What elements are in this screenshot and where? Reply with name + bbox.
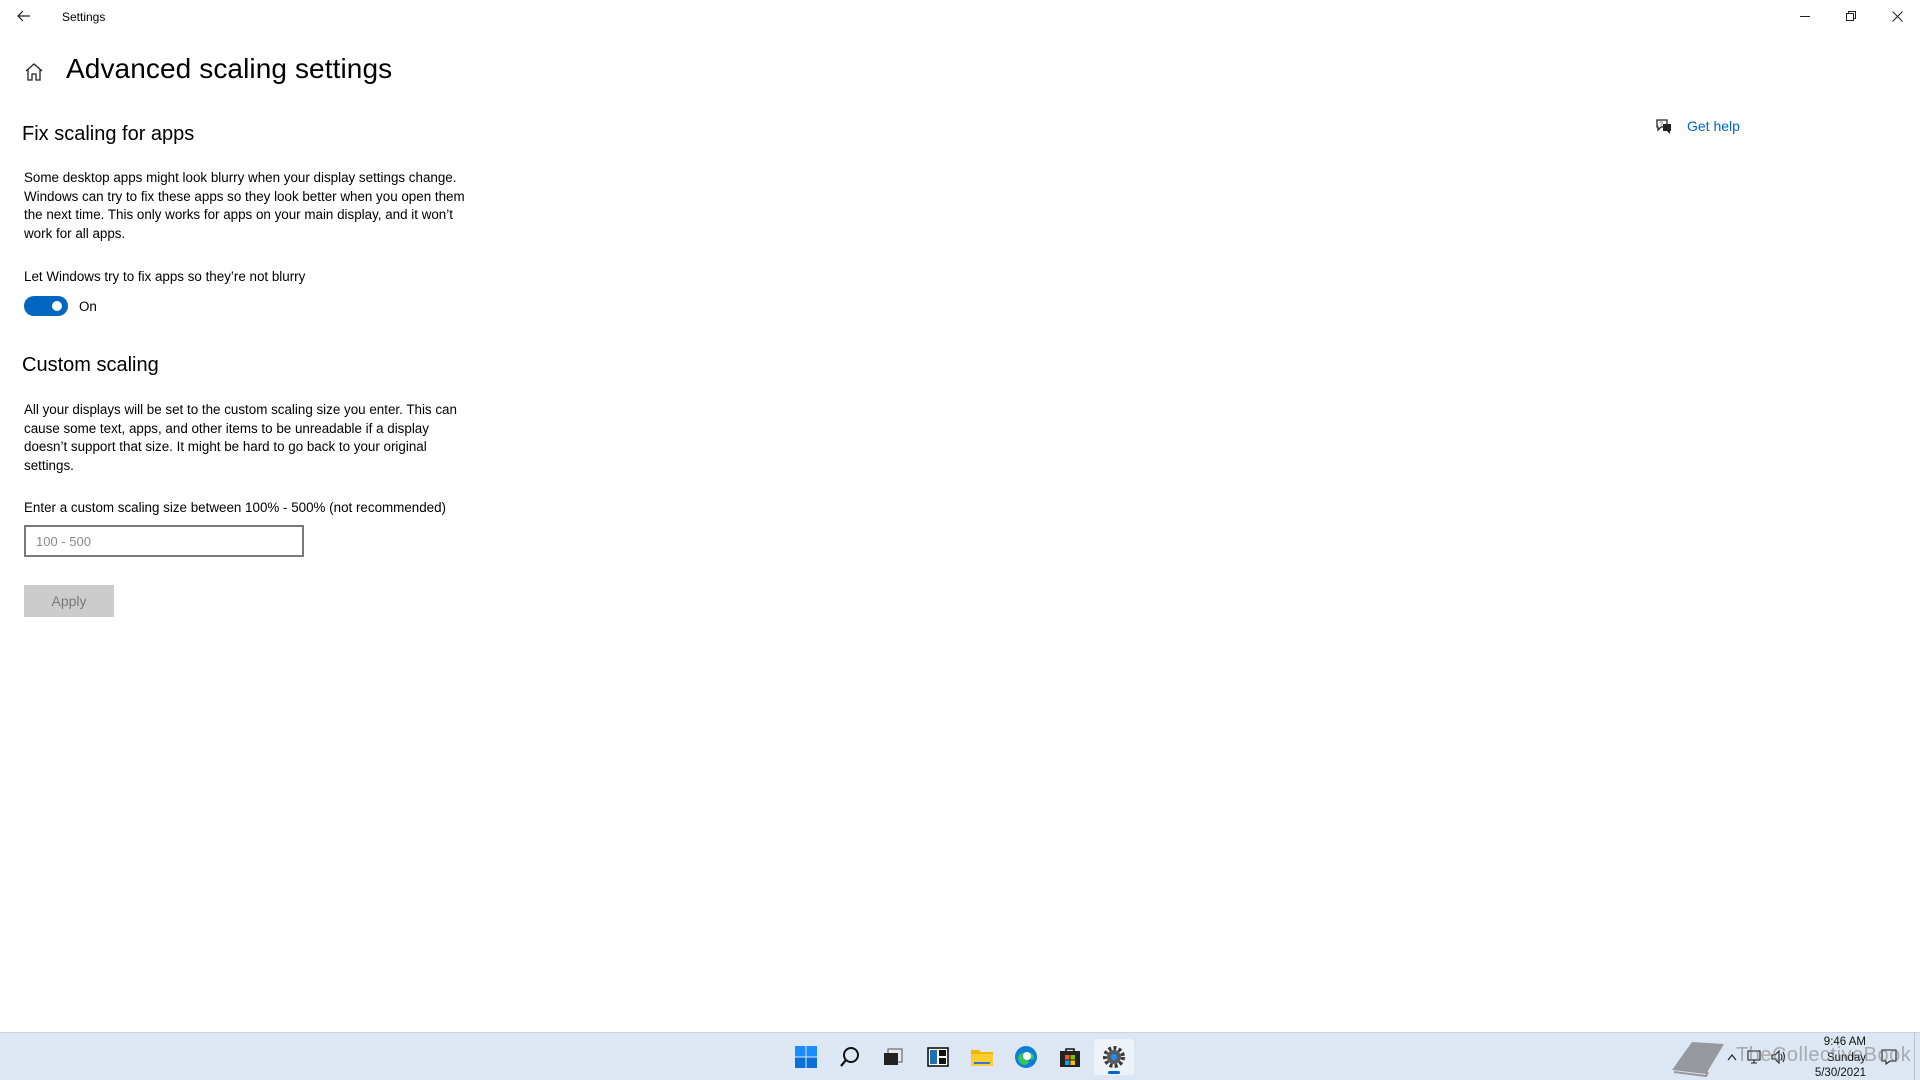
- minimize-button[interactable]: [1782, 0, 1828, 32]
- file-explorer-button[interactable]: [962, 1039, 1002, 1075]
- notification-icon: [1881, 1049, 1897, 1065]
- toggle-knob: [52, 301, 62, 311]
- toggle-state-label: On: [79, 299, 97, 314]
- widgets-icon: [927, 1047, 949, 1067]
- notifications-button[interactable]: [1876, 1033, 1902, 1080]
- chat-help-icon[interactable]: ?: [1654, 116, 1674, 136]
- restore-icon: [1846, 11, 1856, 21]
- taskbar: 9:46 AM Sunday 5/30/2021: [0, 1032, 1920, 1080]
- restore-button[interactable]: [1828, 0, 1874, 32]
- fix-apps-toggle-label: Let Windows try to fix apps so they’re n…: [24, 269, 306, 284]
- task-view-button[interactable]: [873, 1039, 913, 1075]
- custom-scaling-input-label: Enter a custom scaling size between 100%…: [24, 500, 447, 515]
- home-button[interactable]: [20, 58, 48, 86]
- page-title: Advanced scaling settings: [66, 53, 393, 84]
- custom-scaling-description: All your displays will be set to the cus…: [24, 402, 457, 473]
- store-button[interactable]: [1050, 1039, 1090, 1075]
- window-title: Settings: [62, 10, 106, 24]
- minimize-icon: [1800, 16, 1810, 17]
- volume-button[interactable]: [1768, 1033, 1790, 1080]
- widgets-button[interactable]: [918, 1039, 958, 1075]
- custom-scaling-heading: Custom scaling: [22, 354, 159, 376]
- network-button[interactable]: [1744, 1033, 1766, 1080]
- custom-scaling-input[interactable]: [24, 525, 304, 557]
- search-icon: [840, 1047, 859, 1067]
- get-help-link[interactable]: Get help: [1687, 118, 1740, 134]
- clock[interactable]: 9:46 AM Sunday 5/30/2021: [1788, 1035, 1866, 1080]
- clock-day: Sunday: [1826, 1051, 1866, 1064]
- start-button[interactable]: [786, 1039, 826, 1075]
- network-icon: [1747, 1050, 1761, 1064]
- clock-time: 9:46 AM: [1823, 1036, 1866, 1048]
- edge-button[interactable]: [1006, 1039, 1046, 1075]
- show-hidden-icons-button[interactable]: [1722, 1033, 1742, 1080]
- store-icon: [1060, 1048, 1080, 1067]
- close-button[interactable]: [1874, 0, 1920, 32]
- back-arrow-icon: [17, 10, 30, 22]
- fix-scaling-description: Some desktop apps might look blurry when…: [24, 170, 465, 241]
- title-bar: Settings: [0, 0, 1920, 32]
- volume-icon: [1771, 1050, 1786, 1064]
- back-button[interactable]: [8, 2, 40, 30]
- task-view-icon: [884, 1048, 903, 1065]
- search-button[interactable]: [830, 1039, 870, 1075]
- start-icon: [795, 1046, 817, 1068]
- settings-taskbar-button[interactable]: [1094, 1039, 1134, 1075]
- home-icon: [25, 63, 43, 81]
- clock-date: 5/30/2021: [1814, 1067, 1866, 1079]
- chevron-up-icon: [1727, 1054, 1737, 1061]
- settings-icon: [1103, 1046, 1125, 1068]
- file-explorer-icon: [971, 1050, 993, 1066]
- fix-apps-toggle[interactable]: [24, 296, 68, 316]
- active-app-indicator: [1108, 1071, 1120, 1074]
- edge-icon: [1015, 1046, 1037, 1068]
- fix-scaling-heading: Fix scaling for apps: [22, 123, 195, 145]
- apply-button[interactable]: Apply: [24, 585, 114, 617]
- show-desktop-button[interactable]: [1914, 1033, 1920, 1080]
- close-icon: [1891, 10, 1903, 22]
